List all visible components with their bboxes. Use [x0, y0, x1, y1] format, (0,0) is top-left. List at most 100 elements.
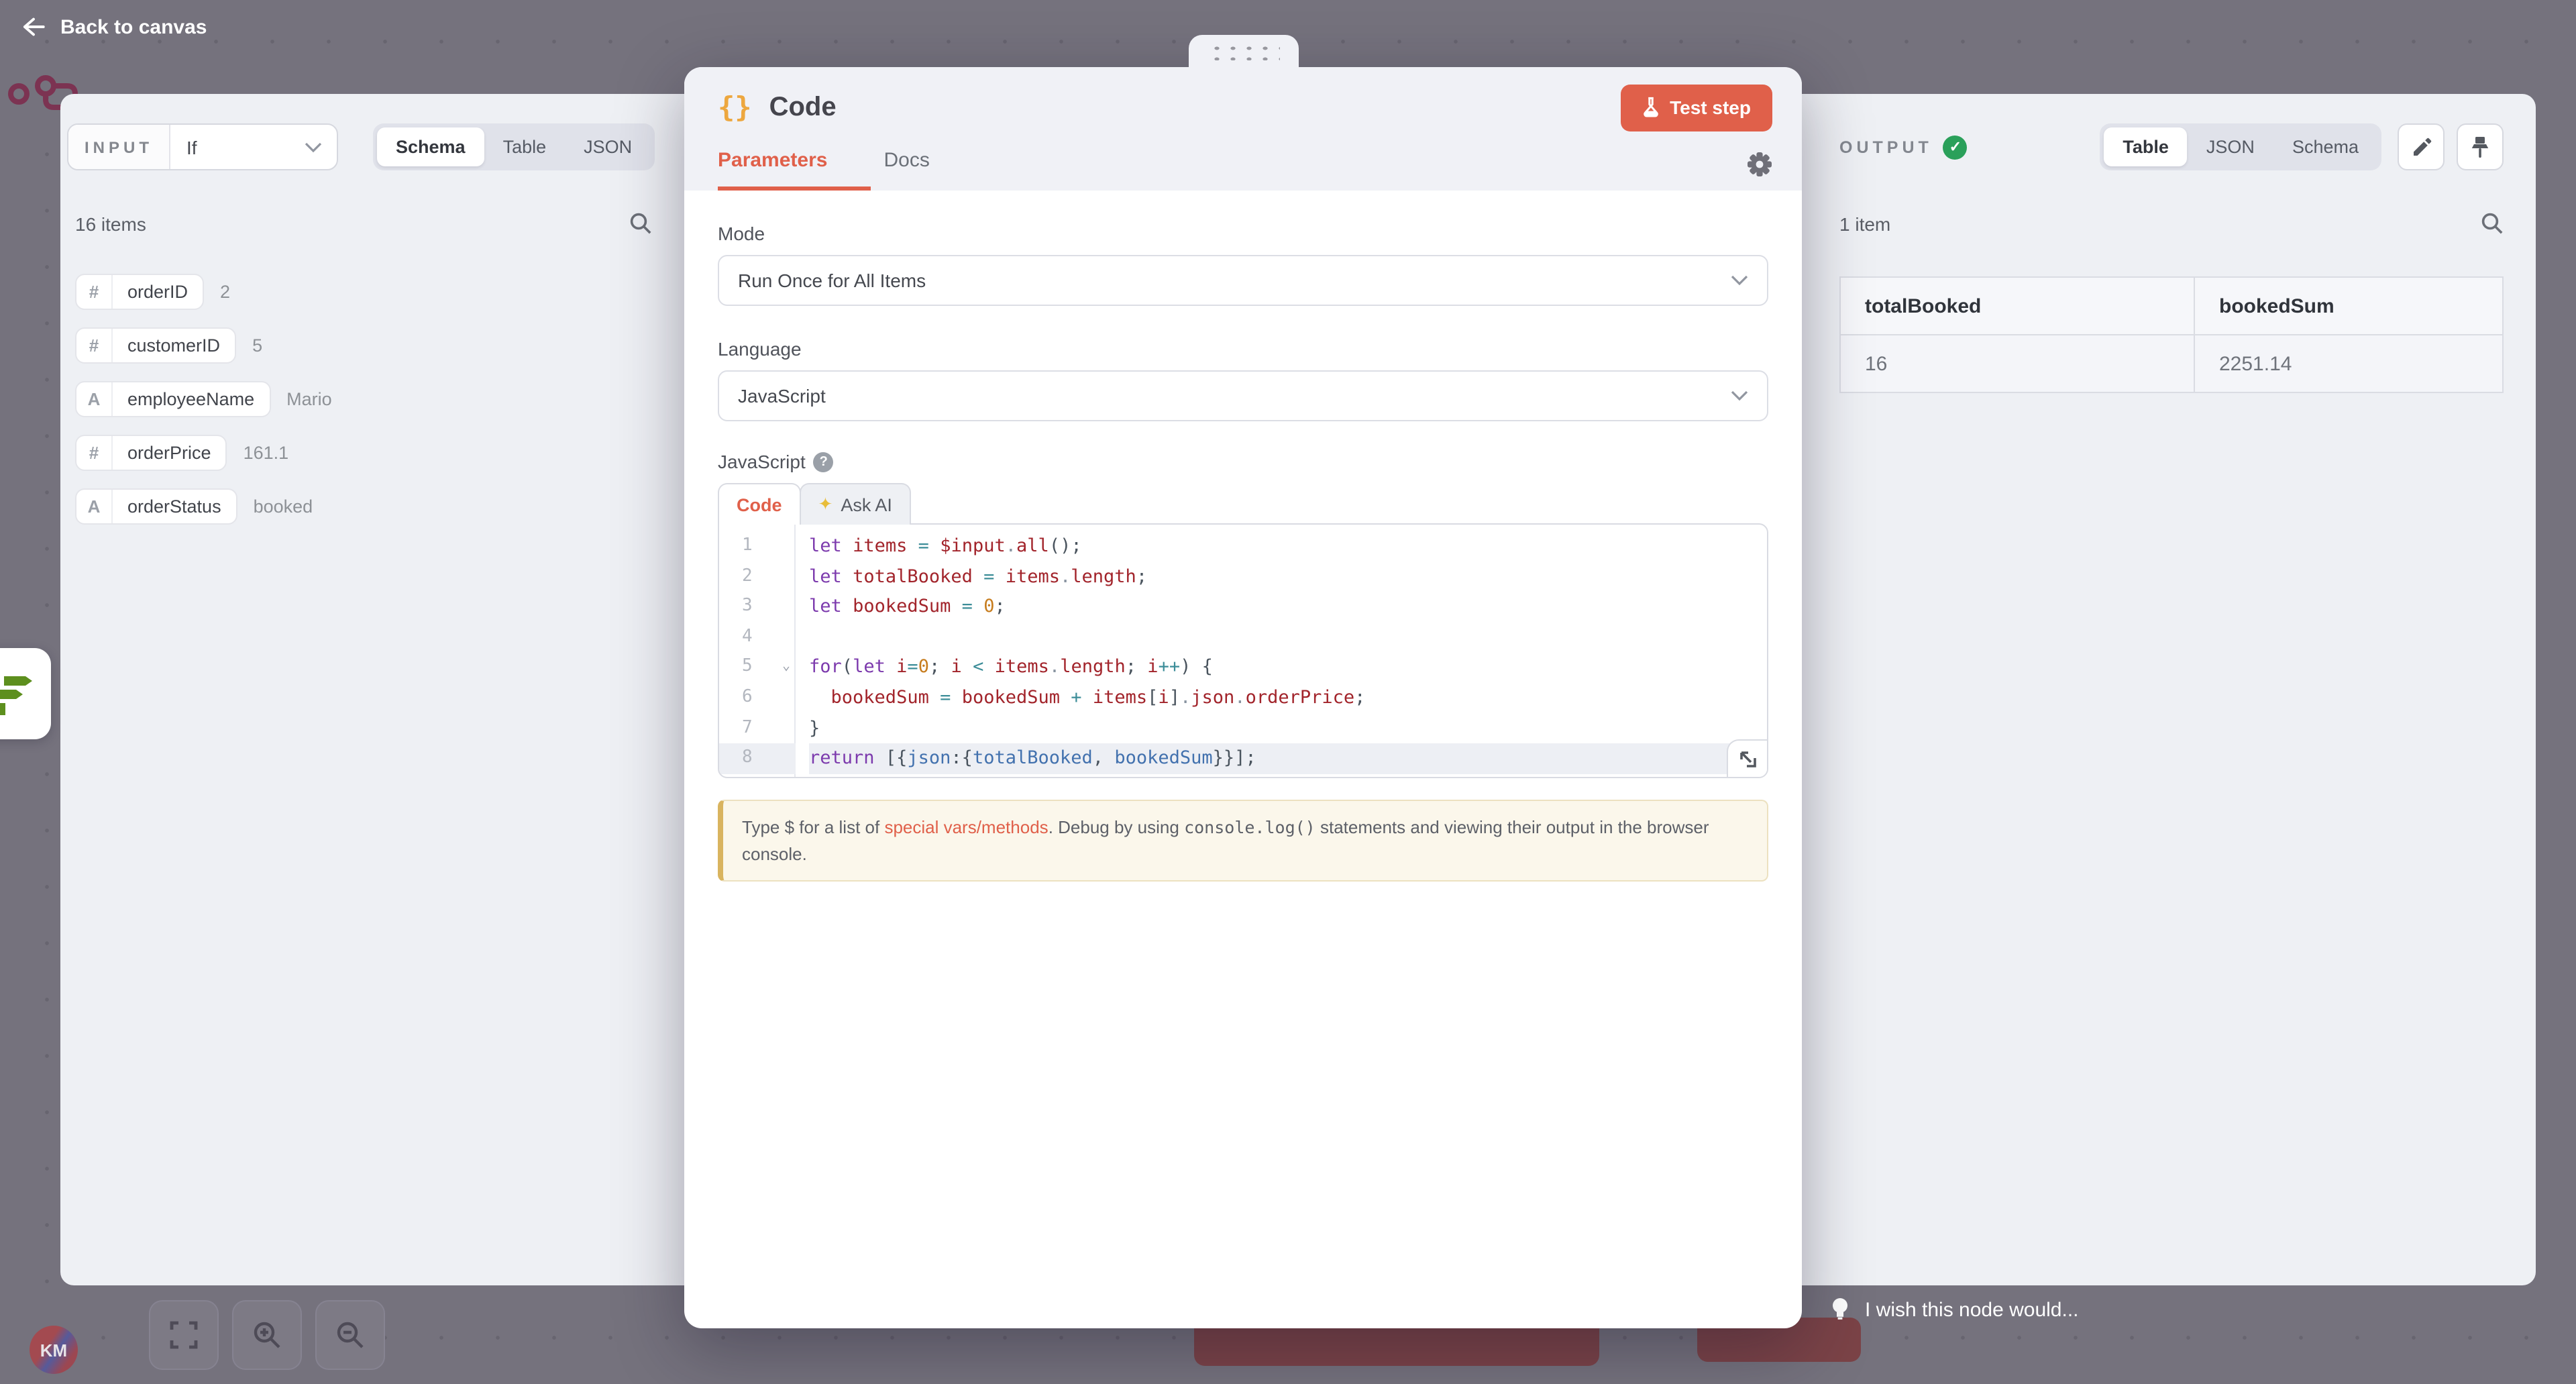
editor-tabs: Code ✦ Ask AI	[718, 483, 1768, 523]
editor-field-label: JavaScript	[718, 451, 806, 472]
help-icon[interactable]: ?	[814, 451, 834, 472]
code-token: ;	[1136, 566, 1147, 587]
output-cell: 2251.14	[2194, 335, 2503, 392]
code-token: all	[1016, 535, 1049, 557]
line-number[interactable]: 7	[719, 713, 794, 743]
schema-row[interactable]: #orderID 2	[75, 274, 684, 310]
tab-docs[interactable]: Docs	[883, 149, 929, 191]
code-line[interactable]: let bookedSum = 0;	[809, 592, 1767, 622]
language-select[interactable]: JavaScript	[718, 370, 1768, 421]
code-token: totalBooked	[853, 566, 973, 587]
code-token	[907, 535, 918, 557]
schema-row[interactable]: #orderPrice 161.1	[75, 435, 684, 471]
search-icon[interactable]	[2481, 212, 2504, 235]
drag-handle[interactable]	[1188, 35, 1298, 67]
back-to-canvas-link[interactable]: Back to canvas	[20, 15, 207, 39]
code-token: i	[1158, 687, 1169, 708]
output-tab-json[interactable]: JSON	[2188, 127, 2273, 166]
code-editor[interactable]: 12345⌄678 let items = $input.all();let t…	[718, 523, 1768, 778]
field-value: 5	[252, 335, 262, 356]
search-icon[interactable]	[629, 212, 652, 235]
field-name: orderPrice	[113, 436, 226, 470]
code-token	[1104, 747, 1114, 769]
input-node-chip[interactable]	[0, 648, 51, 739]
output-items-count: 1 item	[1839, 213, 1890, 234]
line-number[interactable]: 2	[719, 562, 794, 592]
field-name: customerID	[113, 329, 235, 362]
code-token: ;	[995, 596, 1006, 617]
schema-row[interactable]: #customerID 5	[75, 327, 684, 364]
code-token: let	[809, 566, 842, 587]
code-token	[875, 747, 885, 769]
mode-select[interactable]: Run Once for All Items	[718, 255, 1768, 306]
editor-tab-code[interactable]: Code	[718, 483, 801, 525]
schema-row[interactable]: AorderStatus booked	[75, 488, 684, 525]
code-line[interactable]: let totalBooked = items.length;	[809, 562, 1767, 592]
code-token: totalBooked	[973, 747, 1093, 769]
code-line[interactable]: return [{json:{totalBooked, bookedSum}}]…	[809, 743, 1767, 774]
special-vars-link[interactable]: special vars/methods	[884, 817, 1048, 837]
pencil-icon	[2410, 136, 2432, 158]
gear-icon	[1747, 152, 1772, 177]
schema-row[interactable]: AemployeeName Mario	[75, 381, 684, 417]
line-number[interactable]: 3	[719, 592, 794, 622]
code-token: +	[1071, 687, 1081, 708]
code-line[interactable]	[809, 623, 1767, 653]
code-token: orderPrice	[1246, 687, 1355, 708]
line-number[interactable]: 5⌄	[719, 653, 794, 683]
table-row[interactable]: 16 2251.14	[1840, 335, 2503, 392]
chevron-down-icon	[305, 142, 322, 152]
code-token: =	[907, 657, 918, 678]
code-line[interactable]: }	[809, 713, 1767, 743]
zoom-to-fit-button[interactable]	[149, 1300, 219, 1370]
input-tab-json[interactable]: JSON	[565, 127, 651, 166]
zoom-in-button[interactable]	[232, 1300, 302, 1370]
editor-code[interactable]: let items = $input.all();let totalBooked…	[796, 525, 1767, 777]
zoom-out-button[interactable]	[315, 1300, 385, 1370]
line-number[interactable]: 6	[719, 683, 794, 713]
input-tab-table[interactable]: Table	[484, 127, 566, 166]
number-type-icon: #	[76, 275, 113, 309]
test-step-button[interactable]: Test step	[1620, 84, 1772, 131]
code-token: 0	[983, 596, 994, 617]
avatar[interactable]: KM	[30, 1326, 78, 1374]
expand-editor-button[interactable]	[1727, 739, 1767, 777]
code-line[interactable]: bookedSum = bookedSum + items[i].json.or…	[809, 683, 1767, 713]
editor-hint: Type $ for a list of special vars/method…	[718, 800, 1768, 882]
code-token: $input	[940, 535, 1006, 557]
input-node-name: If	[186, 136, 197, 158]
line-number[interactable]: 4	[719, 623, 794, 653]
code-token	[962, 657, 973, 678]
fold-arrow-icon[interactable]: ⌄	[782, 653, 790, 683]
node-settings-gear-button[interactable]	[1747, 152, 1772, 191]
input-items-count: 16 items	[75, 213, 146, 234]
output-tab-schema[interactable]: Schema	[2273, 127, 2377, 166]
edit-output-button[interactable]	[2398, 123, 2445, 170]
code-token	[951, 596, 961, 617]
code-token	[885, 657, 896, 678]
field-value: 2	[220, 282, 230, 302]
code-token: let	[809, 535, 842, 557]
line-number[interactable]: 1	[719, 531, 794, 562]
line-number[interactable]: 8	[719, 743, 796, 774]
code-token: json	[1191, 687, 1234, 708]
node-title[interactable]: Code	[769, 92, 837, 123]
code-line[interactable]: let items = $input.all();	[809, 531, 1767, 562]
tab-parameters[interactable]: Parameters	[718, 149, 827, 191]
input-node-selector[interactable]: INPUT If	[67, 123, 338, 170]
input-node-select[interactable]: If	[170, 136, 305, 158]
drag-dots-icon	[1206, 42, 1280, 60]
output-column-header[interactable]: bookedSum	[2194, 277, 2503, 335]
code-line[interactable]: for(let i=0; i < items.length; i++) {	[809, 653, 1767, 683]
output-tab-table[interactable]: Table	[2104, 127, 2188, 166]
output-column-header[interactable]: totalBooked	[1840, 277, 2194, 335]
editor-tab-ask-ai[interactable]: ✦ Ask AI	[800, 483, 911, 525]
pin-data-button[interactable]	[2457, 123, 2504, 170]
expand-icon	[1738, 749, 1757, 768]
flask-icon	[1642, 97, 1659, 118]
node-parameters: Mode Run Once for All Items Language Jav…	[684, 191, 1802, 882]
screen: KM Back to canvas I wish this node would…	[0, 0, 2576, 1384]
input-tab-schema[interactable]: Schema	[377, 127, 484, 166]
hint-text: Type $ for a list of	[742, 817, 884, 837]
node-feedback-button[interactable]: I wish this node would...	[1830, 1296, 2079, 1323]
